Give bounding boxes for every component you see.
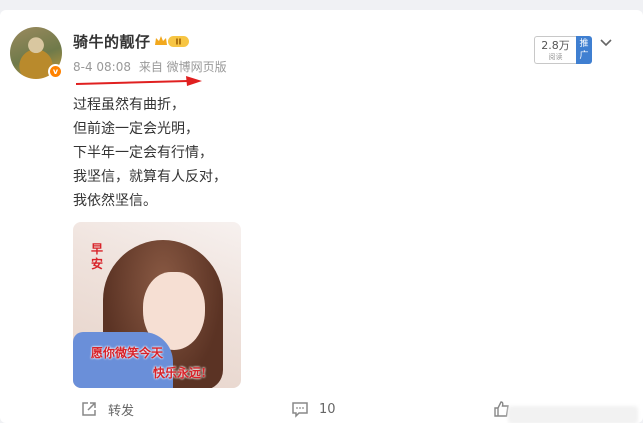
image-caption-good-morning: 早安 — [91, 242, 104, 271]
post-text-line: 我依然坚信。 — [73, 193, 157, 209]
comment-count: 10 — [319, 401, 336, 417]
post-text-line: 但前途一定会光明， — [73, 121, 199, 137]
repost-label: 转发 — [108, 403, 135, 419]
blurred-overlay — [508, 406, 638, 423]
image-caption-line1: 愿你微笑今天 — [91, 346, 164, 360]
repost-button[interactable]: 转发 — [80, 398, 134, 420]
post-meta: 8-4 08:08 来自 微博网页版 — [73, 58, 231, 75]
username-link[interactable]: 骑牛的靓仔 — [73, 31, 151, 52]
views-counter: 2.8万 阅读 — [534, 36, 576, 64]
comment-icon — [292, 402, 308, 418]
comment-button[interactable]: 10 — [291, 398, 336, 420]
repost-icon — [82, 402, 96, 416]
post-image[interactable]: 早安 愿你微笑今天 快乐永远! — [73, 222, 241, 388]
vip-crown-badge-icon[interactable]: II — [153, 33, 191, 49]
chevron-down-icon[interactable] — [599, 36, 613, 50]
red-annotation-arrow-icon — [76, 76, 202, 86]
post-timestamp[interactable]: 8-4 08:08 — [73, 60, 131, 74]
views-count: 2.8万 — [541, 39, 570, 52]
image-caption-line2: 快乐永远! — [153, 366, 207, 380]
post-text-line: 过程虽然有曲折， — [73, 97, 185, 113]
post-source: 来自 微博网页版 — [138, 60, 227, 74]
weibo-post-card: v 骑牛的靓仔 II 8-4 08:08 来自 微博网页版 过程虽然有曲折， 但… — [0, 10, 643, 423]
verified-badge-icon: v — [48, 64, 63, 79]
post-text: 过程虽然有曲折， 但前途一定会光明， 下半年一定会有行情， 我坚信，就算有人反对… — [73, 93, 227, 213]
post-text-line: 我坚信，就算有人反对， — [73, 169, 227, 185]
svg-text:II: II — [176, 38, 182, 47]
post-text-line: 下半年一定会有行情， — [73, 145, 213, 161]
views-label: 阅读 — [548, 53, 563, 61]
promote-button[interactable]: 推广 — [576, 36, 592, 64]
